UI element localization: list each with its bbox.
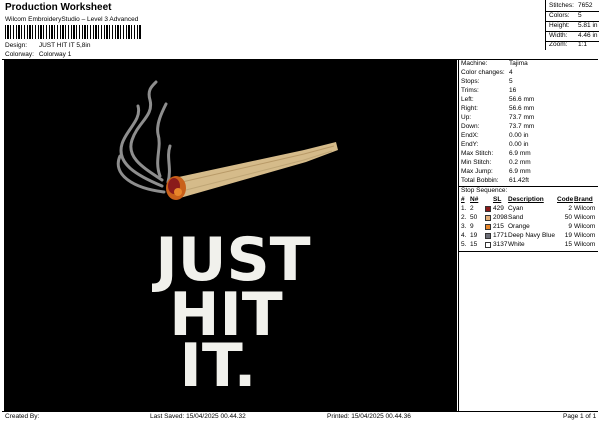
info-up: Up: 73.7 mm <box>461 114 535 121</box>
stop-num: 4. <box>461 232 467 239</box>
thread-color-swatch <box>485 206 491 212</box>
stop-sl: 1771 <box>493 232 508 239</box>
stop-brand: Wilcom <box>574 241 596 248</box>
colorway-row: Colorway: Colorway 1 <box>5 51 71 58</box>
stop-desc: Sand <box>508 214 524 221</box>
info-trims: Trims: 16 <box>461 87 517 94</box>
stop-sl: 429 <box>493 205 504 212</box>
stop-code: 2 <box>568 205 572 212</box>
stop-n: 15 <box>470 241 478 248</box>
info-max-jump: Max Jump: 6.9 mm <box>461 168 531 175</box>
info-endx: EndX: 0.00 in <box>461 132 529 139</box>
stop-n: 2 <box>470 205 474 212</box>
joint-icon <box>166 142 338 200</box>
stat-height: Height: 5.81 in <box>549 22 598 29</box>
stop-n: 19 <box>470 232 478 239</box>
footer-page: Page 1 of 1 <box>563 413 597 420</box>
stop-row: 2. 50 2098 Sand 50 Wilcom <box>461 214 597 223</box>
footer-created-by: Created By: <box>5 413 40 420</box>
stat-stitches: Stitches: 7652 <box>549 2 593 9</box>
stop-row: 3. 9 215 Orange 9 Wilcom <box>461 223 597 232</box>
stop-code: 15 <box>564 241 572 248</box>
stop-num: 2. <box>461 214 467 221</box>
stop-code: 50 <box>564 214 572 221</box>
slogan-line-3: IT. <box>180 331 257 401</box>
stop-sl: 215 <box>493 223 504 230</box>
colorway-label: Colorway: <box>5 51 34 58</box>
thread-color-swatch <box>485 233 491 239</box>
software-name: Wilcom EmbroideryStudio – Level 3 Advanc… <box>5 16 139 23</box>
stop-brand: Wilcom <box>574 232 596 239</box>
footer-printed: Printed: 15/04/2025 00.44.36 <box>327 413 411 420</box>
stat-zoom: Zoom: 1:1 <box>549 41 588 48</box>
slogan-text: JUST HIT IT. <box>151 225 310 401</box>
info-machine: Machine: Tajima <box>461 60 528 67</box>
stop-num: 1. <box>461 205 467 212</box>
stop-sequence-heading: Stop Sequence: <box>461 187 508 194</box>
thread-color-swatch <box>485 224 491 230</box>
info-total-bobbin: Total Bobbin: 61.42ft <box>461 177 529 184</box>
stat-colors: Colors: 5 <box>549 12 582 19</box>
info-max-stitch: Max Stitch: 6.9 mm <box>461 150 531 157</box>
stop-row: 4. 19 1771 Deep Navy Blue 19 Wilcom <box>461 232 597 241</box>
stop-brand: Wilcom <box>574 205 596 212</box>
design-label: Design: <box>5 42 28 49</box>
info-down: Down: 73.7 mm <box>461 123 535 130</box>
stop-row: 1. 2 429 Cyan 2 Wilcom <box>461 205 597 214</box>
stop-n: 50 <box>470 214 478 221</box>
stats-box: Stitches: 7652 Colors: 5 Height: 5.81 in Wi… <box>545 0 599 50</box>
design-preview: JUST HIT IT. <box>4 60 457 411</box>
embroidery-artwork: JUST HIT IT. <box>116 80 338 401</box>
info-right: Right: 56.6 mm <box>461 105 535 112</box>
info-left: Left: 56.6 mm <box>461 96 535 103</box>
info-stops: Stops: 5 <box>461 78 513 85</box>
stop-brand: Wilcom <box>574 223 596 230</box>
stop-sl: 2098 <box>493 214 508 221</box>
stat-width: Width: 4.46 in <box>549 32 598 39</box>
design-row: Design: JUST HIT IT 5,8in <box>5 42 90 49</box>
stop-row: 5. 15 3137 White 15 Wilcom <box>461 241 597 250</box>
stop-desc: Orange <box>508 223 530 230</box>
smoke-icon <box>116 80 172 194</box>
stop-brand: Wilcom <box>574 214 596 221</box>
stop-desc: Cyan <box>508 205 524 212</box>
stop-desc: Deep Navy Blue <box>508 232 555 239</box>
production-worksheet: Production Worksheet Wilcom EmbroiderySt… <box>2 0 599 424</box>
stop-num: 5. <box>461 241 467 248</box>
info-endy: EndY: 0.00 in <box>461 141 529 148</box>
barcode <box>5 25 141 39</box>
thread-color-swatch <box>485 215 491 221</box>
stop-n: 9 <box>470 223 474 230</box>
stop-code: 9 <box>568 223 572 230</box>
stop-code: 19 <box>564 232 572 239</box>
stop-sl: 3137 <box>493 241 508 248</box>
panel-divider <box>458 59 459 411</box>
info-color-changes: Color changes: 4 <box>461 69 513 76</box>
stop-num: 3. <box>461 223 467 230</box>
footer-last-saved: Last Saved: 15/04/2025 00.44.32 <box>150 413 246 420</box>
design-value: JUST HIT IT 5,8in <box>38 42 91 49</box>
stop-desc: White <box>508 241 525 248</box>
colorway-value: Colorway 1 <box>38 51 72 58</box>
worksheet-title: Production Worksheet <box>5 2 112 13</box>
thread-color-swatch <box>485 242 491 248</box>
footer-divider <box>2 411 598 412</box>
info-min-stitch: Min Stitch: 0.2 mm <box>461 159 531 166</box>
